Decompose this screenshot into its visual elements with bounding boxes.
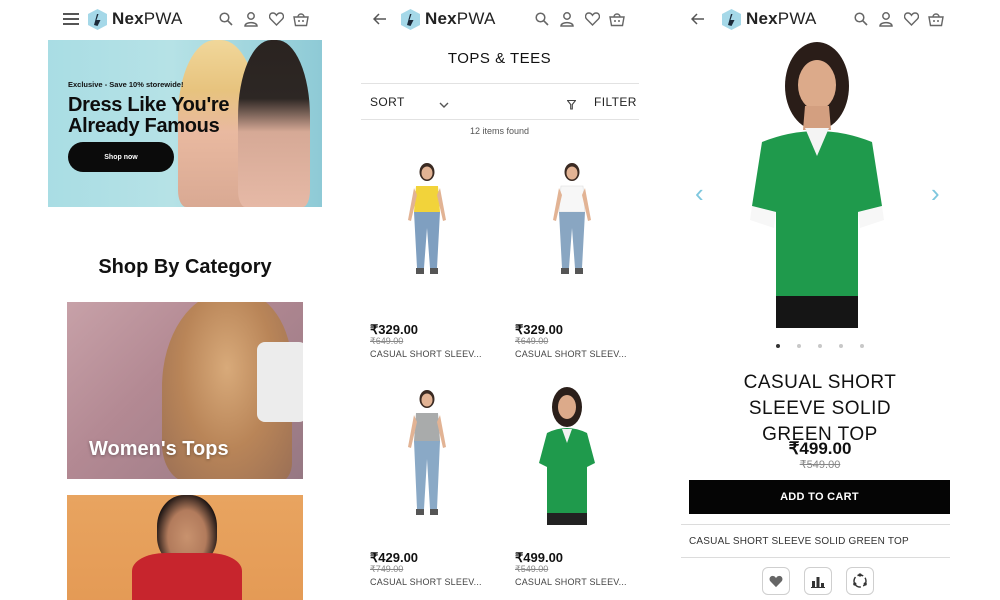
carousel-dots bbox=[680, 344, 960, 348]
home-screen: NexPWA Exclusive - Save 10% storewide! D… bbox=[40, 0, 330, 600]
section-title: Shop By Category bbox=[98, 256, 272, 278]
cart-icon[interactable] bbox=[608, 10, 626, 28]
sort-filter-bar: SORT FILTER bbox=[361, 83, 639, 120]
wishlist-button[interactable] bbox=[762, 567, 790, 595]
app-header: NexPWA bbox=[680, 0, 960, 38]
menu-icon[interactable] bbox=[62, 10, 80, 28]
shop-now-button[interactable]: Shop now bbox=[68, 142, 174, 172]
product-mrp: ₹549.00 bbox=[799, 459, 841, 471]
items-found-count: 12 items found bbox=[469, 126, 530, 136]
bar-chart-icon bbox=[811, 576, 825, 588]
hero-title: Dress Like You're Already Famous bbox=[68, 94, 230, 137]
filter-icon[interactable] bbox=[566, 97, 577, 115]
brand-name: NexPWA bbox=[425, 9, 496, 28]
product-image bbox=[553, 163, 591, 274]
chevron-down-icon[interactable] bbox=[439, 96, 449, 114]
product-main-image[interactable] bbox=[680, 38, 960, 328]
wishlist-icon[interactable] bbox=[583, 10, 601, 28]
product-mrp: ₹649.00 bbox=[370, 336, 404, 346]
cart-icon[interactable] bbox=[927, 10, 945, 28]
add-to-cart-button[interactable]: ADD TO CART bbox=[689, 480, 950, 514]
heart-icon bbox=[769, 575, 783, 587]
back-arrow-icon[interactable] bbox=[371, 10, 389, 28]
page-title: TOPS & TEES bbox=[447, 50, 552, 67]
carousel-prev-icon[interactable]: ‹ bbox=[695, 180, 704, 206]
category-card-womens-tops[interactable]: Women's Tops bbox=[67, 302, 303, 479]
description-title: CASUAL SHORT SLEEVE SOLID GREEN TOP bbox=[689, 536, 909, 547]
carousel-next-icon[interactable]: › bbox=[931, 180, 940, 206]
cart-icon[interactable] bbox=[292, 10, 310, 28]
share-icon bbox=[853, 573, 867, 588]
brand-name: NexPWA bbox=[746, 9, 817, 28]
search-icon[interactable] bbox=[852, 10, 870, 28]
account-icon[interactable] bbox=[877, 10, 895, 28]
product-detail-screen: NexPWA ‹ › CASUAL SHORT SLEEVE SOLID GRE… bbox=[680, 0, 960, 600]
category-image bbox=[257, 342, 303, 422]
account-icon[interactable] bbox=[242, 10, 260, 28]
app-header: NexPWA bbox=[40, 0, 330, 38]
wishlist-icon[interactable] bbox=[902, 10, 920, 28]
product-name[interactable]: CASUAL SHORT SLEEV... bbox=[515, 577, 627, 587]
carousel-dot[interactable] bbox=[776, 344, 780, 348]
carousel-dot[interactable] bbox=[839, 344, 843, 348]
back-arrow-icon[interactable] bbox=[689, 10, 707, 28]
carousel-dot[interactable] bbox=[818, 344, 822, 348]
compare-button[interactable] bbox=[804, 567, 832, 595]
product-name[interactable]: CASUAL SHORT SLEEV... bbox=[370, 577, 482, 587]
logo-icon bbox=[401, 8, 420, 30]
search-icon[interactable] bbox=[217, 10, 235, 28]
category-label: Women's Tops bbox=[89, 438, 229, 460]
listing-screen: NexPWA TOPS & TEES SORT FILTER 12 items … bbox=[357, 0, 642, 600]
brand-logo[interactable]: NexPWA bbox=[88, 8, 183, 30]
app-header: NexPWA bbox=[357, 0, 642, 38]
filter-button[interactable]: FILTER bbox=[594, 95, 637, 109]
search-icon[interactable] bbox=[533, 10, 551, 28]
product-price: ₹499.00 bbox=[788, 439, 852, 458]
wishlist-icon[interactable] bbox=[267, 10, 285, 28]
brand-name: NexPWA bbox=[112, 9, 183, 28]
share-button[interactable] bbox=[846, 567, 874, 595]
hero-kicker: Exclusive - Save 10% storewide! bbox=[68, 80, 184, 89]
product-description-accordion[interactable]: CASUAL SHORT SLEEVE SOLID GREEN TOP bbox=[681, 524, 950, 558]
sort-dropdown[interactable]: SORT bbox=[370, 95, 405, 109]
product-name[interactable]: CASUAL SHORT SLEEV... bbox=[370, 349, 482, 359]
logo-icon bbox=[88, 8, 107, 30]
product-title: CASUAL SHORT SLEEVE SOLID GREEN TOP bbox=[743, 372, 897, 445]
account-icon[interactable] bbox=[558, 10, 576, 28]
brand-logo[interactable]: NexPWA bbox=[401, 8, 496, 30]
brand-logo[interactable]: NexPWA bbox=[722, 8, 817, 30]
product-image bbox=[539, 387, 595, 525]
product-mrp: ₹749.00 bbox=[370, 564, 404, 574]
category-image bbox=[132, 553, 242, 600]
product-image bbox=[408, 163, 446, 274]
hero-banner[interactable]: Exclusive - Save 10% storewide! Dress Li… bbox=[48, 40, 322, 207]
category-card[interactable] bbox=[67, 495, 303, 600]
carousel-dot[interactable] bbox=[860, 344, 864, 348]
product-mrp: ₹649.00 bbox=[515, 336, 549, 346]
carousel-dot[interactable] bbox=[797, 344, 801, 348]
product-name[interactable]: CASUAL SHORT SLEEV... bbox=[515, 349, 627, 359]
logo-icon bbox=[722, 8, 741, 30]
product-mrp: ₹549.00 bbox=[515, 564, 549, 574]
product-image bbox=[408, 390, 446, 515]
